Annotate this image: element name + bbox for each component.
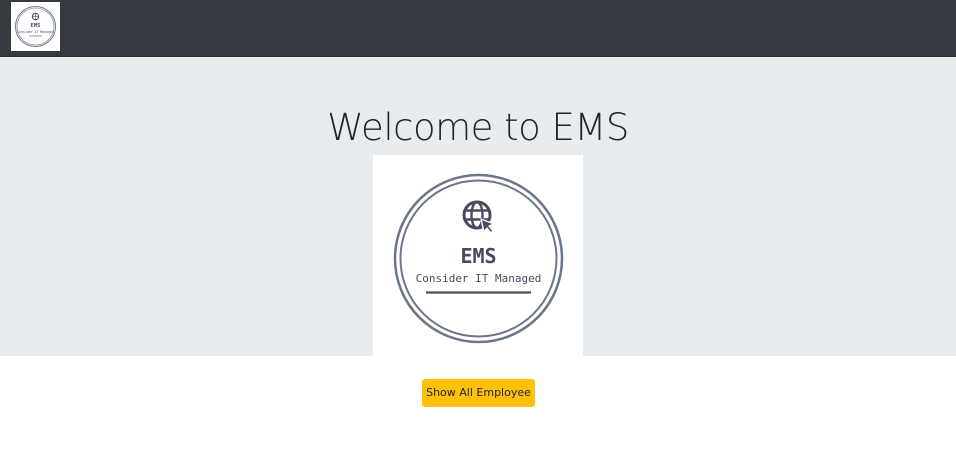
globe-cursor-icon — [462, 200, 495, 234]
brand-logo-title: EMS — [31, 23, 41, 29]
hero-logo-title: EMS — [460, 244, 496, 268]
page-title: Welcome to EMS — [327, 106, 629, 149]
hero-logo-tagline: Consider IT Managed — [416, 272, 542, 285]
hero-logo: EMS Consider IT Managed — [373, 155, 583, 356]
navbar: EMS Consider IT Managed — [0, 0, 956, 57]
hero-logo-image: EMS Consider IT Managed — [393, 173, 564, 344]
brand-logo-image: EMS Consider IT Managed — [15, 6, 56, 47]
brand-logo[interactable]: EMS Consider IT Managed — [11, 2, 60, 51]
show-all-employee-button[interactable]: Show All Employee — [422, 379, 535, 407]
brand-logo-tagline: Consider IT Managed — [17, 30, 54, 34]
globe-cursor-icon — [31, 12, 40, 21]
